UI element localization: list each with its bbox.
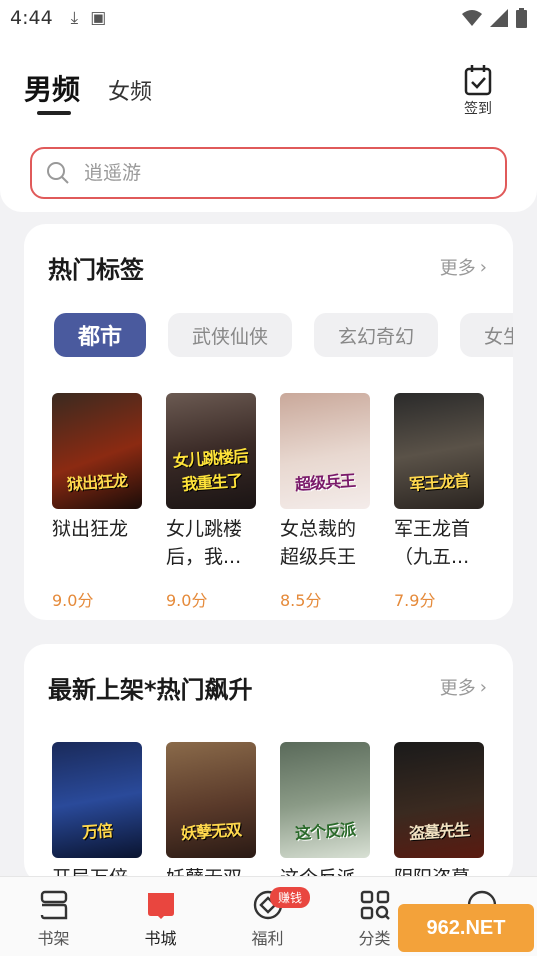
wifi-icon <box>462 10 482 26</box>
tag-wuxia[interactable]: 武侠仙侠 <box>168 313 293 357</box>
cover-title: 这个反派 <box>294 819 356 844</box>
book-cover: 狱出狂龙 <box>52 393 142 509</box>
tag-xuanhuan[interactable]: 玄幻奇幻 <box>314 313 439 357</box>
tab-active-indicator <box>37 111 71 115</box>
status-right <box>462 8 527 28</box>
cover-title: 超级兵王 <box>294 470 356 495</box>
book-item[interactable]: 狱出狂龙 狱出狂龙 9.0分 <box>52 393 142 611</box>
book-item[interactable]: 万倍 开局万倍 <box>52 742 142 884</box>
nav-bookshelf[interactable]: 书架 <box>0 877 107 956</box>
book-item[interactable]: 这个反派 这个反派 <box>280 742 370 884</box>
hot-tags-card: 热门标签 更多 › 都市 武侠仙侠 玄幻奇幻 女生 狱出狂龙 狱出狂龙 9.0分… <box>24 224 513 620</box>
cover-title: 妖孽无双 <box>180 819 242 844</box>
new-shelf-title: 最新上架*热门飙升 <box>48 676 253 704</box>
cover-title: 盗墓先生 <box>408 819 470 844</box>
book-score: 7.9分 <box>394 591 436 610</box>
book-cover: 女儿跳楼后我重生了 <box>166 393 256 509</box>
keyboard-icon: ▣ <box>90 8 107 28</box>
chevron-right-icon: › <box>479 676 487 698</box>
checkin-label: 签到 <box>464 101 492 117</box>
hot-tags-title: 热门标签 <box>48 256 144 284</box>
hot-book-list: 狱出狂龙 狱出狂龙 9.0分 女儿跳楼后我重生了 女儿跳楼后，我... 9.0分… <box>52 393 484 611</box>
tag-list: 都市 武侠仙侠 玄幻奇幻 女生 <box>54 313 513 357</box>
nav-bookstore[interactable]: 书城 <box>107 877 214 956</box>
bookshelf-icon <box>40 890 67 920</box>
book-item[interactable]: 军王龙首 军王龙首（九五... 7.9分 <box>394 393 484 611</box>
cover-title: 军王龙首 <box>408 470 470 495</box>
category-grid-icon <box>360 890 390 920</box>
book-item[interactable]: 超级兵王 女总裁的超级兵王 8.5分 <box>280 393 370 611</box>
book-cover: 妖孽无双 <box>166 742 256 858</box>
earn-badge: 赚钱 <box>270 887 311 908</box>
book-score: 8.5分 <box>280 591 322 610</box>
download-icon: ⤓ <box>70 8 79 28</box>
new-book-list: 万倍 开局万倍 妖孽无双 妖孽无双 这个反派 这个反派 盗墓先生 阴阳盗墓 <box>52 742 484 884</box>
nav-welfare[interactable]: 赚钱 福利 <box>214 877 321 956</box>
book-title: 军王龙首（九五... <box>394 518 471 568</box>
calendar-check-icon <box>464 65 492 96</box>
hot-tags-more[interactable]: 更多 › <box>440 254 487 280</box>
book-cover: 万倍 <box>52 742 142 858</box>
book-cover: 超级兵王 <box>280 393 370 509</box>
bookstore-icon <box>147 893 174 919</box>
status-time: 4:44 <box>10 7 53 29</box>
cover-title: 狱出狂龙 <box>66 470 128 495</box>
cover-title: 女儿跳楼后我重生了 <box>172 446 249 495</box>
search-icon <box>47 162 69 184</box>
tag-nvsheng[interactable]: 女生 <box>460 313 513 357</box>
header: 男频 女频 签到 <box>0 36 537 212</box>
book-score: 9.0分 <box>166 591 208 610</box>
book-title: 女儿跳楼后，我... <box>166 518 243 568</box>
watermark-logo: 962.NET <box>398 904 534 952</box>
nav-label: 福利 <box>251 929 284 948</box>
book-item[interactable]: 妖孽无双 妖孽无双 <box>166 742 256 884</box>
book-title: 狱出狂龙 <box>52 518 129 540</box>
search-bar[interactable] <box>30 147 507 199</box>
book-cover: 军王龙首 <box>394 393 484 509</box>
book-item[interactable]: 女儿跳楼后我重生了 女儿跳楼后，我... 9.0分 <box>166 393 256 611</box>
more-label: 更多 <box>439 678 476 699</box>
book-cover: 盗墓先生 <box>394 742 484 858</box>
more-label: 更多 <box>439 258 476 279</box>
nav-label: 书城 <box>144 929 177 948</box>
nav-label: 书架 <box>37 929 70 948</box>
status-bar: 4:44 ⤓ ▣ <box>0 0 537 36</box>
nav-label: 分类 <box>358 929 391 948</box>
book-item[interactable]: 盗墓先生 阴阳盗墓 <box>394 742 484 884</box>
new-shelf-card: 最新上架*热门飙升 更多 › 万倍 开局万倍 妖孽无双 妖孽无双 这个反派 这个… <box>24 644 513 884</box>
battery-icon <box>516 8 527 28</box>
chevron-right-icon: › <box>479 256 487 278</box>
tag-dushi[interactable]: 都市 <box>54 313 147 357</box>
cover-title: 万倍 <box>81 820 113 843</box>
search-input[interactable] <box>84 162 464 184</box>
book-score: 9.0分 <box>52 591 94 610</box>
checkin-button[interactable]: 签到 <box>458 64 498 118</box>
book-cover: 这个反派 <box>280 742 370 858</box>
tab-male[interactable]: 男频 <box>24 68 80 108</box>
signal-icon <box>490 9 508 27</box>
book-title: 女总裁的超级兵王 <box>280 518 357 568</box>
tab-female[interactable]: 女频 <box>108 74 152 106</box>
new-shelf-more[interactable]: 更多 › <box>440 674 487 700</box>
